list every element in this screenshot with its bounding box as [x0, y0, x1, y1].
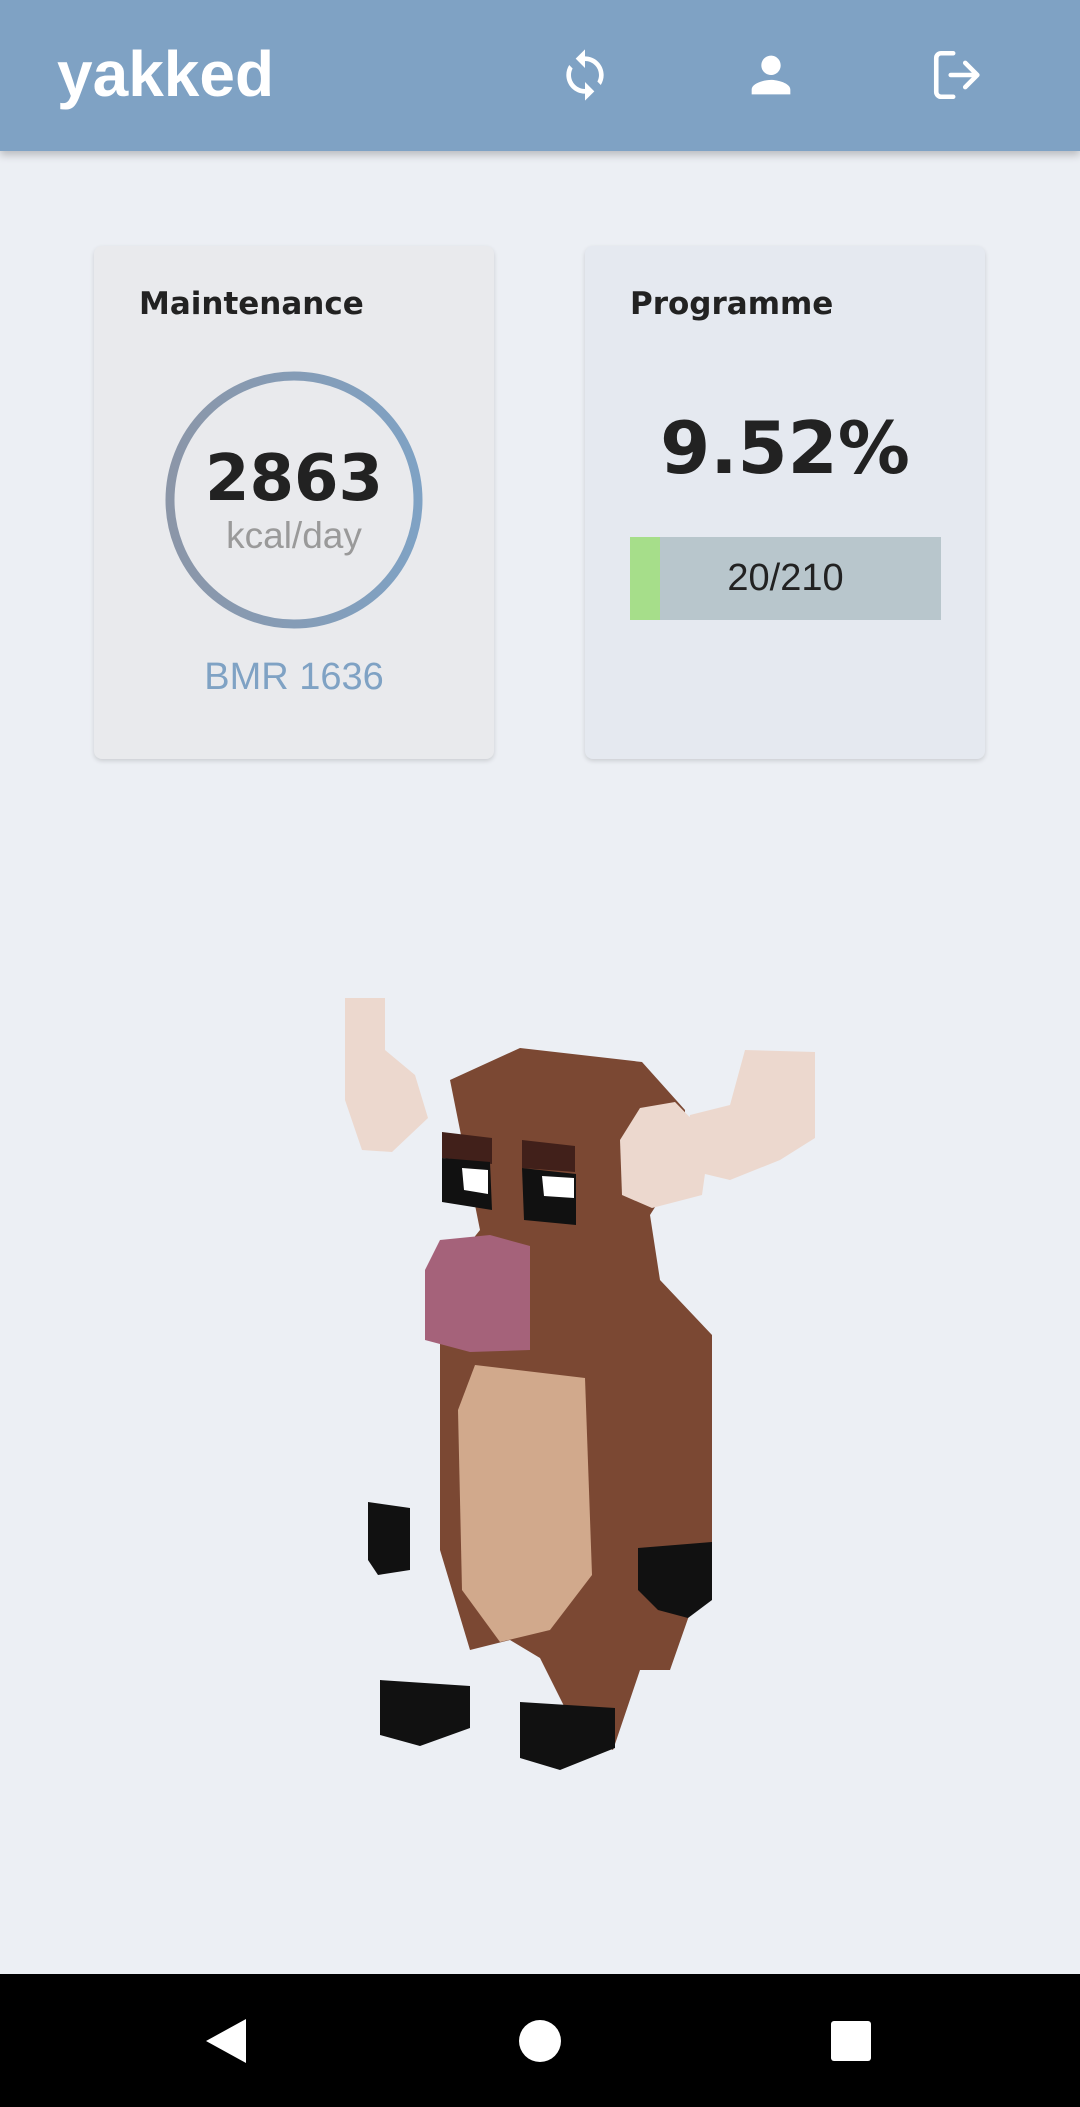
yak-mascot-icon — [345, 998, 815, 1770]
refresh-button[interactable] — [550, 40, 620, 110]
maintenance-card: Maintenance 2863 kcal/day BMR 1636 — [94, 246, 494, 759]
logout-icon — [933, 50, 980, 100]
nav-back-button[interactable] — [183, 1998, 269, 2084]
app-title: yakked — [57, 38, 275, 110]
progress-label: 20/210 — [727, 557, 844, 599]
maintenance-kcal-value: 2863 — [204, 442, 384, 516]
nav-recents-button[interactable] — [808, 1998, 894, 2084]
programme-title: Programme — [630, 286, 834, 322]
refresh-icon — [566, 49, 604, 101]
account-icon — [751, 55, 791, 95]
system-nav-bar — [0, 1974, 1080, 2107]
app-bar: yakked — [0, 0, 1080, 151]
bmr-value: BMR 1636 — [204, 656, 384, 698]
programme-progress-bar[interactable]: 20/210 — [630, 537, 941, 620]
nav-home-button[interactable] — [497, 1998, 583, 2084]
maintenance-title: Maintenance — [139, 286, 364, 322]
home-icon — [519, 2020, 561, 2062]
programme-percent: 9.52% — [660, 406, 910, 490]
programme-card: Programme 9.52% 20/210 — [585, 246, 985, 759]
recents-icon — [831, 2021, 871, 2061]
maintenance-kcal-unit: kcal/day — [226, 515, 362, 556]
logout-button[interactable] — [923, 40, 993, 110]
back-icon — [206, 2019, 246, 2063]
profile-button[interactable] — [736, 40, 806, 110]
